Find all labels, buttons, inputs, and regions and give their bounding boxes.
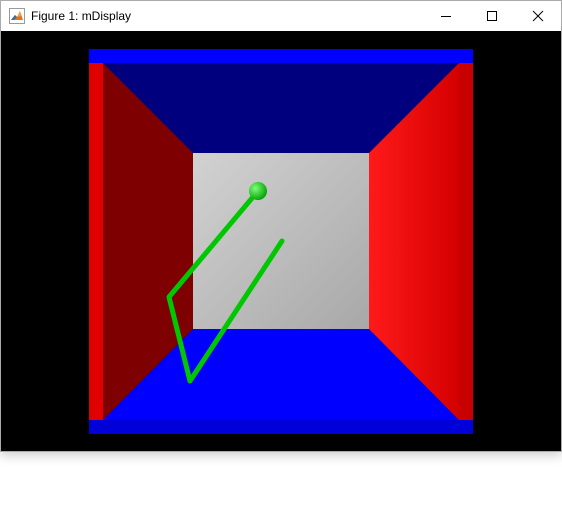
top-frame [89,49,473,63]
bottom-frame [89,420,473,434]
minimize-button[interactable] [423,1,469,31]
room-scene [89,49,473,434]
figure-canvas[interactable] [1,31,561,451]
left-frame [89,63,103,420]
maximize-icon [487,11,497,21]
figure-window: Figure 1: mDisplay [0,0,562,452]
close-icon [532,10,544,22]
window-title: Figure 1: mDisplay [31,9,132,23]
matlab-icon [9,8,25,24]
title-bar[interactable]: Figure 1: mDisplay [1,1,561,31]
maximize-button[interactable] [469,1,515,31]
green-joint-ball [249,182,267,200]
minimize-icon [441,16,451,17]
right-frame [459,63,473,420]
close-button[interactable] [515,1,561,31]
